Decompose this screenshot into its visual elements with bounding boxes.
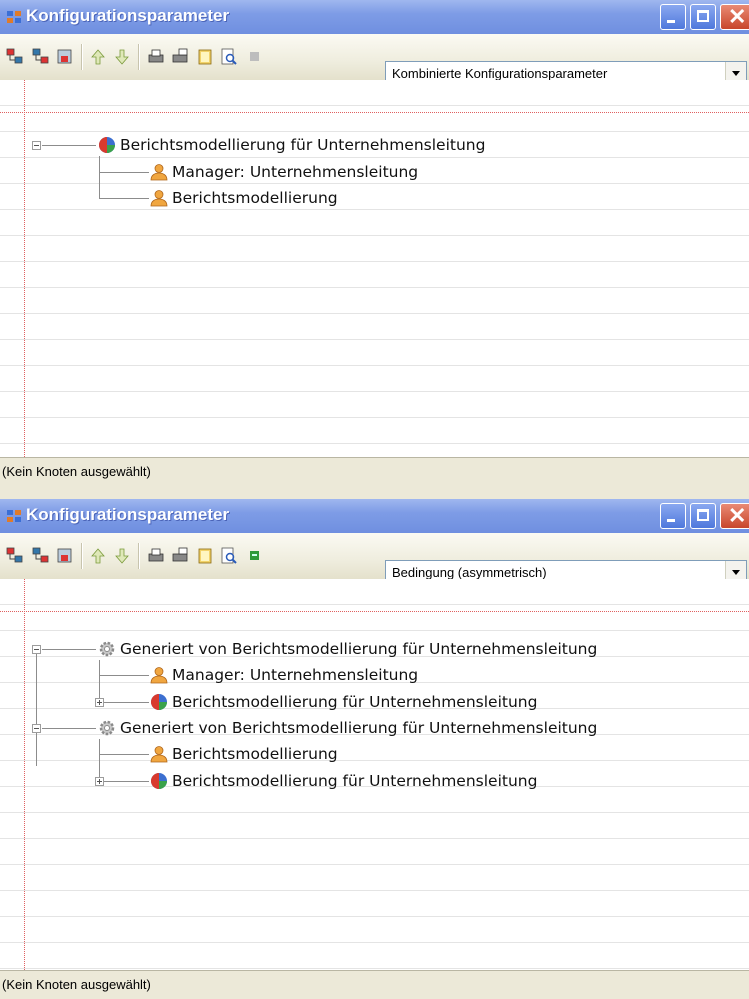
globe-icon (99, 137, 115, 153)
book-icon[interactable] (196, 48, 214, 66)
print-icon[interactable] (147, 547, 165, 565)
gear-icon (99, 720, 115, 736)
close-icon: ✕ (728, 4, 747, 29)
title-bar: Konfigurationsparameter ✕ (0, 499, 749, 533)
tree-node[interactable]: Berichtsmodellierung (150, 743, 338, 765)
add-child-icon[interactable] (32, 48, 50, 66)
collapse-toggle[interactable] (32, 141, 41, 150)
window-title: Konfigurationsparameter (26, 6, 230, 25)
tree-node-label: Berichtsmodellierung (172, 745, 338, 763)
print-preview-icon[interactable] (171, 48, 189, 66)
tree-node-label: Generiert von Berichtsmodellierung für U… (120, 640, 598, 658)
globe-icon (151, 694, 167, 710)
tree-node[interactable]: Manager: Unternehmensleitung (150, 161, 418, 183)
app-icon (7, 11, 21, 23)
add-node-icon[interactable] (6, 547, 24, 565)
window-title: Konfigurationsparameter (26, 505, 230, 524)
select-value: Bedingung (asymmetrisch) (392, 565, 547, 580)
status-indicator-icon (250, 551, 259, 560)
minimize-button[interactable] (660, 503, 686, 529)
user-icon (150, 190, 168, 207)
tree-node-label: Generiert von Berichtsmodellierung für U… (120, 719, 598, 737)
tree-node[interactable]: Manager: Unternehmensleitung (150, 664, 418, 686)
print-icon[interactable] (147, 48, 165, 66)
move-down-icon[interactable] (113, 48, 131, 66)
status-bar: (Kein Knoten ausgewählt) (0, 970, 749, 999)
status-indicator-icon (250, 52, 259, 61)
tree-node[interactable]: Berichtsmodellierung für Unternehmenslei… (150, 770, 537, 792)
config-panel-2: Konfigurationsparameter ✕ Bedingung (asy… (0, 499, 749, 999)
tree-node[interactable]: Berichtsmodellierung (150, 187, 338, 209)
tree-node-label: Berichtsmodellierung für Unternehmenslei… (172, 772, 538, 790)
user-icon (150, 164, 168, 181)
globe-icon (151, 773, 167, 789)
tree-node-label: Manager: Unternehmensleitung (172, 666, 419, 684)
close-button[interactable]: ✕ (720, 4, 749, 30)
tree-node[interactable]: Berichtsmodellierung für Unternehmenslei… (150, 691, 537, 713)
app-icon (7, 510, 21, 522)
config-tree: Berichtsmodellierung für Unternehmenslei… (0, 80, 749, 457)
tree-node[interactable]: Generiert von Berichtsmodellierung für U… (98, 717, 597, 739)
status-text: (Kein Knoten ausgewählt) (2, 977, 151, 992)
tree-node[interactable]: Berichtsmodellierung für Unternehmenslei… (98, 134, 485, 156)
collapse-toggle[interactable] (32, 645, 41, 654)
collapse-toggle[interactable] (32, 724, 41, 733)
status-text: (Kein Knoten ausgewählt) (2, 464, 151, 479)
close-button[interactable]: ✕ (720, 503, 749, 529)
select-value: Kombinierte Konfigurationsparameter (392, 66, 608, 81)
status-bar: (Kein Knoten ausgewählt) (0, 457, 749, 486)
search-icon[interactable] (220, 547, 238, 565)
book-icon[interactable] (196, 547, 214, 565)
add-item-icon[interactable] (56, 48, 74, 66)
move-up-icon[interactable] (89, 547, 107, 565)
expand-toggle[interactable] (95, 698, 104, 707)
add-node-icon[interactable] (6, 48, 24, 66)
maximize-button[interactable] (690, 4, 716, 30)
tree-node-label: Manager: Unternehmensleitung (172, 163, 419, 181)
tree-node[interactable]: Generiert von Berichtsmodellierung für U… (98, 638, 597, 660)
tree-node-label: Berichtsmodellierung für Unternehmenslei… (172, 693, 538, 711)
add-child-icon[interactable] (32, 547, 50, 565)
user-icon (150, 746, 168, 763)
move-up-icon[interactable] (89, 48, 107, 66)
print-preview-icon[interactable] (171, 547, 189, 565)
user-icon (150, 667, 168, 684)
minimize-button[interactable] (660, 4, 686, 30)
search-icon[interactable] (220, 48, 238, 66)
add-item-icon[interactable] (56, 547, 74, 565)
title-bar: Konfigurationsparameter ✕ (0, 0, 749, 34)
config-tree: Generiert von Berichtsmodellierung für U… (0, 579, 749, 970)
move-down-icon[interactable] (113, 547, 131, 565)
config-panel-1: Konfigurationsparameter ✕ Kombinierte Ko… (0, 0, 749, 486)
gear-icon (99, 641, 115, 657)
expand-toggle[interactable] (95, 777, 104, 786)
close-icon: ✕ (728, 503, 747, 528)
tree-node-label: Berichtsmodellierung (172, 189, 338, 207)
tree-node-label: Berichtsmodellierung für Unternehmenslei… (120, 136, 486, 154)
maximize-button[interactable] (690, 503, 716, 529)
